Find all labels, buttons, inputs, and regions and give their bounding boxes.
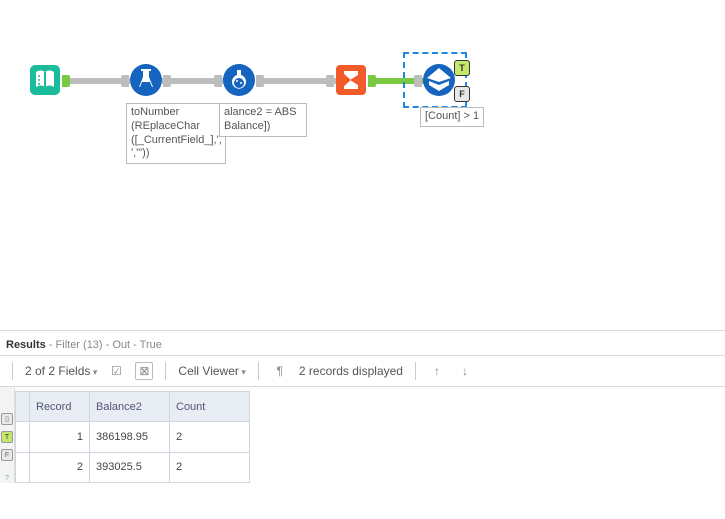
- col-balance2[interactable]: Balance2: [90, 392, 170, 422]
- formula-tool[interactable]: [222, 63, 256, 97]
- output-port[interactable]: [163, 75, 171, 87]
- output-port[interactable]: [256, 75, 264, 87]
- input-data-tool[interactable]: [28, 63, 62, 97]
- results-toolbar: 2 of 2 Fields ☑ ⊠ Cell Viewer ¶ 2 record…: [0, 356, 725, 387]
- row-handle[interactable]: [16, 422, 30, 452]
- output-port[interactable]: [62, 75, 70, 87]
- input-port[interactable]: [326, 75, 334, 87]
- results-table[interactable]: Record Balance2 Count 1 386198.95 2 2 39…: [15, 391, 250, 483]
- cell-balance2[interactable]: 393025.5: [90, 452, 170, 482]
- output-port[interactable]: [368, 75, 376, 87]
- cell-viewer-dropdown[interactable]: Cell Viewer: [178, 364, 246, 378]
- tab-out[interactable]: - Out: [103, 339, 131, 351]
- cell-count[interactable]: 2: [170, 452, 250, 482]
- multi-field-formula-tool[interactable]: [129, 63, 163, 97]
- false-anchor[interactable]: F: [454, 86, 470, 102]
- gutter-chip-true[interactable]: T: [1, 431, 13, 443]
- gutter-chip-false[interactable]: F: [1, 449, 13, 461]
- table-row[interactable]: 2 393025.5 2: [16, 452, 250, 482]
- corner-cell: [16, 392, 30, 422]
- filter-split-icon: [422, 63, 456, 97]
- flask-icon: [129, 63, 163, 97]
- workflow-canvas[interactable]: toNumber (REplaceChar ([_CurrentField_],…: [0, 0, 725, 330]
- cell-record[interactable]: 2: [30, 452, 90, 482]
- separator: [12, 362, 13, 380]
- cell-count[interactable]: 2: [170, 422, 250, 452]
- tool-annotation: alance2 = ABS Balance]): [219, 103, 307, 137]
- table-header-row: Record Balance2 Count: [16, 392, 250, 422]
- results-grid-area: ▯ T F ? Record Balance2 Count 1 386198.9…: [0, 387, 725, 483]
- summarize-tool[interactable]: [334, 63, 368, 97]
- results-tabs[interactable]: Results - Filter (13) - Out - True: [0, 331, 725, 356]
- tab-filter[interactable]: - Filter (13): [46, 339, 103, 351]
- true-anchor[interactable]: T: [454, 60, 470, 76]
- arrow-down-icon[interactable]: ↓: [456, 362, 474, 380]
- filter-tool[interactable]: [422, 63, 456, 97]
- book-icon: [28, 63, 62, 97]
- tool-annotation: [Count] > 1: [420, 107, 484, 127]
- row-handle[interactable]: [16, 452, 30, 482]
- input-port[interactable]: [214, 75, 222, 87]
- results-gutter: ▯ T F ?: [0, 387, 15, 483]
- paragraph-icon[interactable]: ¶: [271, 362, 289, 380]
- tab-results[interactable]: Results: [6, 339, 46, 351]
- check-icon[interactable]: ☑: [107, 362, 125, 380]
- close-box-icon[interactable]: ⊠: [135, 362, 153, 380]
- connector: [256, 78, 336, 84]
- table-row[interactable]: 1 386198.95 2: [16, 422, 250, 452]
- tab-true[interactable]: - True: [130, 339, 162, 351]
- input-port[interactable]: [121, 75, 129, 87]
- cell-balance2[interactable]: 386198.95: [90, 422, 170, 452]
- col-count[interactable]: Count: [170, 392, 250, 422]
- record-count-label: 2 records displayed: [299, 364, 403, 378]
- round-flask-icon: [222, 63, 256, 97]
- tool-annotation: toNumber (REplaceChar ([_CurrentField_],…: [126, 103, 226, 164]
- separator: [415, 362, 416, 380]
- input-port[interactable]: [414, 75, 422, 87]
- separator: [258, 362, 259, 380]
- help-icon[interactable]: ?: [2, 473, 12, 483]
- separator: [165, 362, 166, 380]
- arrow-up-icon[interactable]: ↑: [428, 362, 446, 380]
- sigma-icon: [334, 63, 368, 97]
- fields-dropdown[interactable]: 2 of 2 Fields: [25, 364, 97, 378]
- gutter-chip[interactable]: ▯: [1, 413, 13, 425]
- col-record[interactable]: Record: [30, 392, 90, 422]
- cell-record[interactable]: 1: [30, 422, 90, 452]
